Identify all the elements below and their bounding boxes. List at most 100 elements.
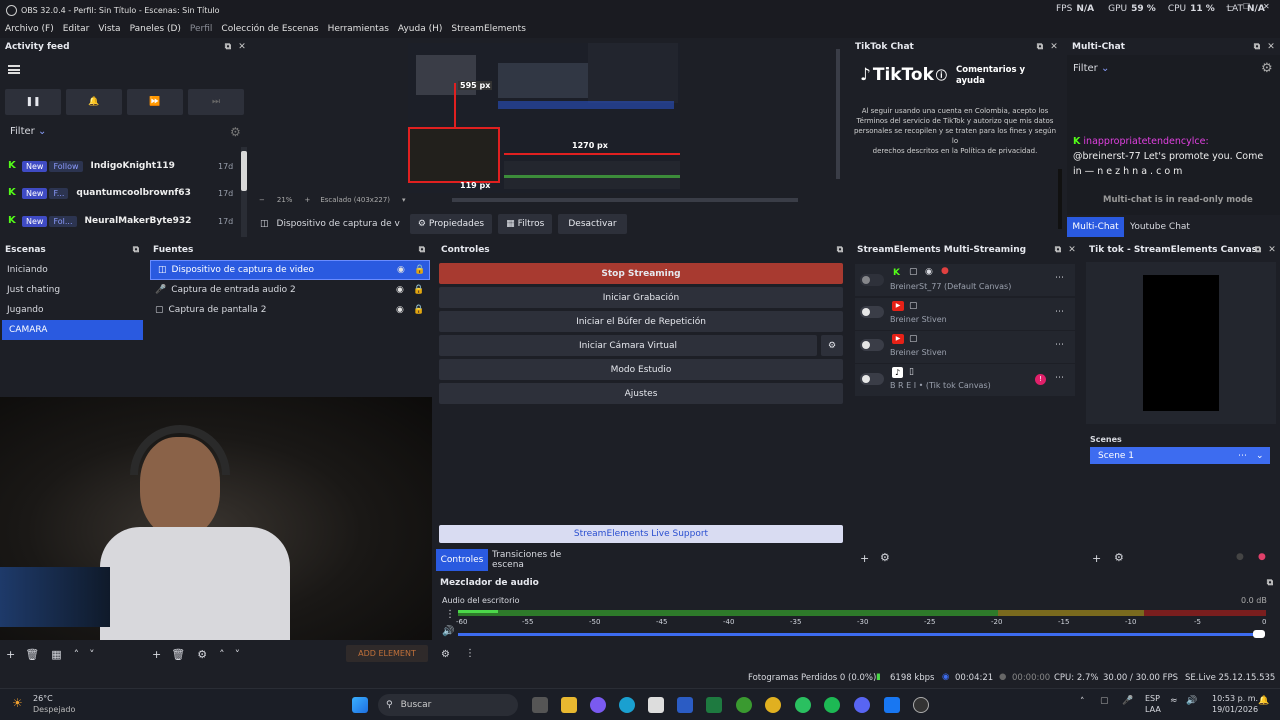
preview-scrollbar-v[interactable] bbox=[836, 49, 840, 179]
vertical-canvas-preview[interactable] bbox=[1143, 275, 1219, 411]
float-icon[interactable]: ⧉ bbox=[1034, 41, 1046, 53]
close-icon[interactable]: ✕ bbox=[1265, 41, 1277, 53]
list-item[interactable]: K New F... quantumcoolbrownf63 17d bbox=[0, 182, 238, 204]
trash-icon[interactable]: 🗑 bbox=[25, 648, 39, 661]
menu-streamelements[interactable]: StreamElements bbox=[451, 24, 526, 34]
volume-handle[interactable] bbox=[1253, 630, 1265, 638]
stream-target[interactable]: ▶ ▢ Breiner Stiven ⋯ bbox=[855, 331, 1075, 363]
trash-icon[interactable]: 🗑 bbox=[171, 648, 185, 661]
tab-controls[interactable]: Controles bbox=[436, 549, 488, 571]
float-icon[interactable]: ⧉ bbox=[834, 244, 846, 256]
lock-icon[interactable]: 🔒 bbox=[414, 265, 425, 275]
add-icon[interactable]: + bbox=[6, 648, 15, 661]
notification-icon[interactable]: 🔔 bbox=[1258, 696, 1269, 706]
zoom-in-button[interactable]: + bbox=[304, 196, 310, 204]
pause-button[interactable]: ❚❚ bbox=[5, 89, 61, 115]
tab-transitions[interactable]: Transiciones de escena bbox=[492, 549, 596, 571]
float-icon[interactable]: ⧉ bbox=[1264, 577, 1276, 589]
down-icon[interactable]: ˅ bbox=[89, 648, 95, 661]
list-item[interactable]: K New Follow IndigoKnight119 17d bbox=[0, 155, 238, 177]
up-icon[interactable]: ˄ bbox=[219, 648, 225, 661]
chrome-icon[interactable] bbox=[765, 697, 781, 713]
stream-target[interactable]: ▶ ▢ Breiner Stiven ⋯ bbox=[855, 298, 1075, 330]
more-icon[interactable]: ⋮ bbox=[465, 648, 475, 659]
toggle-switch[interactable] bbox=[860, 274, 884, 286]
float-icon[interactable]: ⧉ bbox=[1251, 41, 1263, 53]
more-icon[interactable]: ⋮ bbox=[445, 609, 455, 620]
filter-dropdown[interactable]: Filter ⌄ bbox=[10, 126, 46, 137]
language-top[interactable]: ESP bbox=[1145, 694, 1160, 703]
lock-icon[interactable]: 🔒 bbox=[413, 285, 424, 295]
more-icon[interactable]: ⋯ bbox=[1055, 373, 1064, 383]
xbox-icon[interactable] bbox=[736, 697, 752, 713]
skip-end-button[interactable]: ⏭ bbox=[188, 89, 244, 115]
properties-button[interactable]: ⚙ Propiedades bbox=[409, 214, 493, 234]
float-icon[interactable]: ⧉ bbox=[1052, 244, 1064, 256]
filter-dropdown[interactable]: Filter ⌄ bbox=[1073, 63, 1109, 74]
stream-target[interactable]: ♪ ▯ B R E I • (Tik tok Canvas) ! ⋯ bbox=[855, 364, 1075, 396]
toggle-switch[interactable] bbox=[860, 306, 884, 318]
start-recording-button[interactable]: Iniciar Grabación bbox=[439, 287, 843, 308]
menu-ayuda[interactable]: Ayuda (H) bbox=[398, 24, 442, 34]
float-icon[interactable]: ⧉ bbox=[222, 41, 234, 53]
windows-start-icon[interactable] bbox=[352, 697, 368, 713]
eye-icon[interactable]: ◉ bbox=[396, 305, 404, 315]
gear-icon[interactable]: ⚙ bbox=[1114, 551, 1124, 564]
more-icon[interactable]: ⋯ bbox=[1055, 273, 1064, 283]
menu-coleccion[interactable]: Colección de Escenas bbox=[221, 24, 318, 34]
close-icon[interactable]: ✕ bbox=[236, 41, 248, 53]
scrollbar[interactable] bbox=[1058, 169, 1062, 229]
taskview-icon[interactable] bbox=[532, 697, 548, 713]
source-item[interactable]: 🎤 Captura de entrada audio 2 ◉ 🔒 bbox=[148, 280, 432, 300]
float-icon[interactable]: ⧉ bbox=[1252, 244, 1264, 256]
eye-icon[interactable]: ◉ bbox=[397, 265, 405, 275]
obs-taskbar-icon[interactable] bbox=[913, 697, 929, 713]
scene-item[interactable]: Just chating bbox=[0, 280, 146, 300]
store-icon[interactable] bbox=[648, 697, 664, 713]
close-icon[interactable]: ✕ bbox=[1048, 41, 1060, 53]
excel-icon[interactable] bbox=[706, 697, 722, 713]
app-icon[interactable] bbox=[590, 697, 606, 713]
menu-archivo[interactable]: Archivo (F) bbox=[5, 24, 54, 34]
discord-icon[interactable] bbox=[854, 697, 870, 713]
camera-source-box[interactable] bbox=[408, 127, 500, 183]
gear-icon[interactable]: ⚙ bbox=[880, 551, 890, 564]
chevron-down-icon[interactable]: ▾ bbox=[402, 196, 406, 204]
word-icon[interactable] bbox=[677, 697, 693, 713]
deactivate-button[interactable]: Desactivar bbox=[558, 214, 627, 234]
language-bottom[interactable]: LAA bbox=[1145, 705, 1161, 714]
source-item[interactable]: ▢ Captura de pantalla 2 ◉ 🔒 bbox=[148, 300, 432, 320]
live-support-button[interactable]: StreamElements Live Support bbox=[439, 525, 843, 543]
zoom-out-button[interactable]: − bbox=[259, 196, 265, 204]
mixer-settings-icon[interactable]: ⚙ bbox=[441, 649, 450, 660]
filters-button[interactable]: ▦ Filtros bbox=[498, 214, 553, 234]
volume-icon[interactable]: 🔊 bbox=[1186, 696, 1197, 706]
microphone-icon[interactable]: 🎤 bbox=[1122, 696, 1133, 706]
record-dot-icon[interactable]: ● bbox=[1236, 552, 1244, 562]
facebook-icon[interactable] bbox=[884, 697, 900, 713]
virtual-camera-settings-button[interactable]: ⚙ bbox=[821, 335, 843, 356]
filter-icon[interactable]: ▦ bbox=[51, 648, 61, 661]
stream-target[interactable]: K ▢ ◉ ● BreinerSt_77 (Default Canvas) ⋯ bbox=[855, 264, 1075, 296]
clock-time[interactable]: 10:53 p. m. bbox=[1212, 694, 1258, 703]
menu-editar[interactable]: Editar bbox=[63, 24, 90, 34]
float-icon[interactable]: ⧉ bbox=[416, 244, 428, 256]
spotify-icon[interactable] bbox=[824, 697, 840, 713]
add-icon[interactable]: + bbox=[860, 552, 869, 565]
chevron-down-icon[interactable]: ⌄ bbox=[1256, 451, 1264, 461]
gear-icon[interactable]: ⚙ bbox=[197, 648, 207, 661]
studio-mode-button[interactable]: Modo Estudio bbox=[439, 359, 843, 380]
close-icon[interactable]: ✕ bbox=[1266, 244, 1278, 256]
close-icon[interactable]: ✕ bbox=[1066, 244, 1078, 256]
menu-herramientas[interactable]: Herramientas bbox=[328, 24, 389, 34]
live-dot-icon[interactable]: ● bbox=[1258, 552, 1266, 562]
menu-perfil[interactable]: Perfil bbox=[190, 24, 213, 34]
scene-item[interactable]: Jugando bbox=[0, 300, 146, 320]
wifi-icon[interactable]: ≈ bbox=[1170, 696, 1178, 706]
more-icon[interactable]: ⋯ bbox=[1055, 307, 1064, 317]
list-item[interactable]: K New Fol... NeuralMakerByte932 17d bbox=[0, 210, 238, 232]
minimize-button[interactable]: — bbox=[1226, 2, 1234, 11]
settings-button[interactable]: Ajustes bbox=[439, 383, 843, 404]
menu-vista[interactable]: Vista bbox=[98, 24, 120, 34]
tab-multi-chat[interactable]: Multi-Chat bbox=[1067, 217, 1124, 237]
